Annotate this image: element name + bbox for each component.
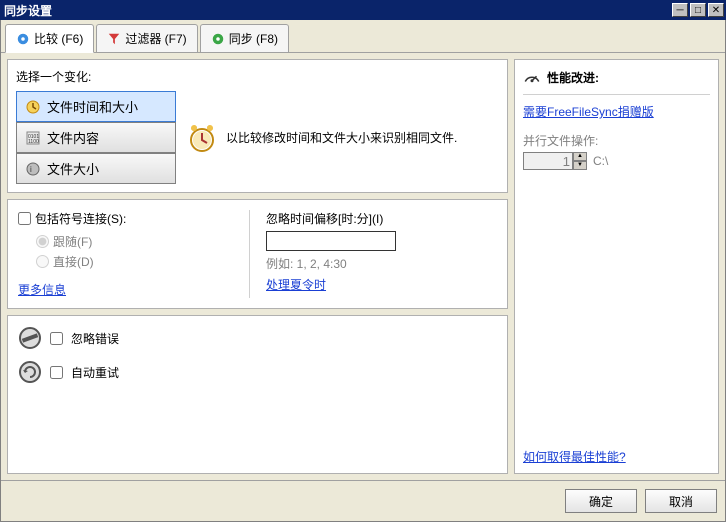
parallel-label: 并行文件操作: (523, 132, 710, 149)
tab-compare-label: 比较 (F6) (34, 30, 83, 47)
offset-example: 例如: 1, 2, 4:30 (266, 255, 497, 272)
symlink-direct-radio (36, 255, 49, 268)
tab-filter[interactable]: 过滤器 (F7) (96, 24, 197, 52)
parallel-path: C:\ (593, 154, 608, 168)
alarm-clock-icon (186, 122, 218, 154)
minimize-button[interactable]: ─ (672, 3, 688, 17)
auto-retry-checkbox[interactable] (50, 366, 63, 379)
symlink-direct-label: 直接(D) (53, 253, 94, 270)
variant-content[interactable]: 01011100 文件内容 (16, 122, 176, 153)
include-symlinks-label: 包括符号连接(S): (35, 210, 126, 227)
gauge-icon (523, 68, 541, 86)
variant-panel: 选择一个变化: 文件时间和大小 01011100 文件内容 i (7, 59, 508, 193)
offset-column: 忽略时间偏移[时:分](I) 例如: 1, 2, 4:30 处理夏令时 (249, 210, 497, 298)
funnel-icon (107, 32, 121, 46)
footer: 确定 取消 (1, 480, 725, 521)
svg-text:i: i (30, 165, 32, 174)
auto-retry-icon (18, 360, 42, 384)
options-panel: 包括符号连接(S): 跟随(F) 直接(D) 更多信息 忽略时间偏移[时:分](… (7, 199, 508, 309)
variant-time-size-label: 文件时间和大小 (47, 97, 138, 116)
more-info-link[interactable]: 更多信息 (18, 283, 66, 297)
symlink-follow-label: 跟随(F) (53, 233, 92, 250)
clock-small-icon (25, 99, 41, 115)
donation-link[interactable]: 需要FreeFileSync捐赠版 (523, 103, 710, 120)
tab-filter-label: 过滤器 (F7) (125, 30, 186, 47)
close-button[interactable]: ✕ (708, 3, 724, 17)
include-symlinks-checkbox[interactable] (18, 212, 31, 225)
auto-retry-label: 自动重试 (71, 364, 119, 381)
symlink-follow-radio (36, 235, 49, 248)
tab-compare[interactable]: 比较 (F6) (5, 24, 94, 53)
svg-text:1100: 1100 (28, 139, 39, 145)
performance-title: 性能改进: (547, 69, 599, 86)
variant-content-label: 文件内容 (47, 128, 99, 147)
offset-label: 忽略时间偏移[时:分](I) (266, 210, 497, 227)
offset-input[interactable] (266, 231, 396, 251)
titlebar: 同步设置 ─ □ ✕ (0, 0, 726, 20)
cancel-button[interactable]: 取消 (645, 489, 717, 513)
right-column: 性能改进: 需要FreeFileSync捐赠版 并行文件操作: ▲ ▼ C:\ … (514, 59, 719, 474)
binary-icon: 01011100 (25, 130, 41, 146)
window-body: 比较 (F6) 过滤器 (F7) 同步 (F8) 选择一个变化: 文件时间和大小 (0, 20, 726, 522)
best-performance-link[interactable]: 如何取得最佳性能? (523, 448, 710, 465)
variant-time-size[interactable]: 文件时间和大小 (16, 91, 176, 122)
variant-buttons: 文件时间和大小 01011100 文件内容 i 文件大小 (16, 91, 176, 184)
variant-desc-text: 以比较修改时间和文件大小来识别相同文件. (226, 129, 457, 146)
parallel-spinner: ▲ ▼ (523, 152, 587, 170)
select-change-label: 选择一个变化: (16, 68, 499, 85)
variant-size[interactable]: i 文件大小 (16, 153, 176, 184)
ignore-errors-icon (18, 326, 42, 350)
window-title: 同步设置 (4, 2, 670, 19)
tabs: 比较 (F6) 过滤器 (F7) 同步 (F8) (1, 20, 725, 53)
parallel-input (523, 152, 573, 170)
size-icon: i (25, 161, 41, 177)
main: 选择一个变化: 文件时间和大小 01011100 文件内容 i (1, 53, 725, 480)
tab-sync-label: 同步 (F8) (229, 30, 278, 47)
variant-description: 以比较修改时间和文件大小来识别相同文件. (186, 122, 499, 154)
performance-header: 性能改进: (523, 68, 710, 95)
ok-button[interactable]: 确定 (565, 489, 637, 513)
ignore-errors-label: 忽略错误 (71, 330, 119, 347)
gear-blue-icon (16, 32, 30, 46)
tab-sync[interactable]: 同步 (F8) (200, 24, 289, 52)
left-column: 选择一个变化: 文件时间和大小 01011100 文件内容 i (7, 59, 508, 474)
spinner-up: ▲ (573, 152, 587, 161)
spinner-down: ▼ (573, 161, 587, 170)
error-panel: 忽略错误 自动重试 (7, 315, 508, 474)
maximize-button[interactable]: □ (690, 3, 706, 17)
handle-dst-link[interactable]: 处理夏令时 (266, 278, 326, 292)
ignore-errors-checkbox[interactable] (50, 332, 63, 345)
gear-green-icon (211, 32, 225, 46)
variant-size-label: 文件大小 (47, 159, 99, 178)
symlink-column: 包括符号连接(S): 跟随(F) 直接(D) 更多信息 (18, 210, 249, 298)
